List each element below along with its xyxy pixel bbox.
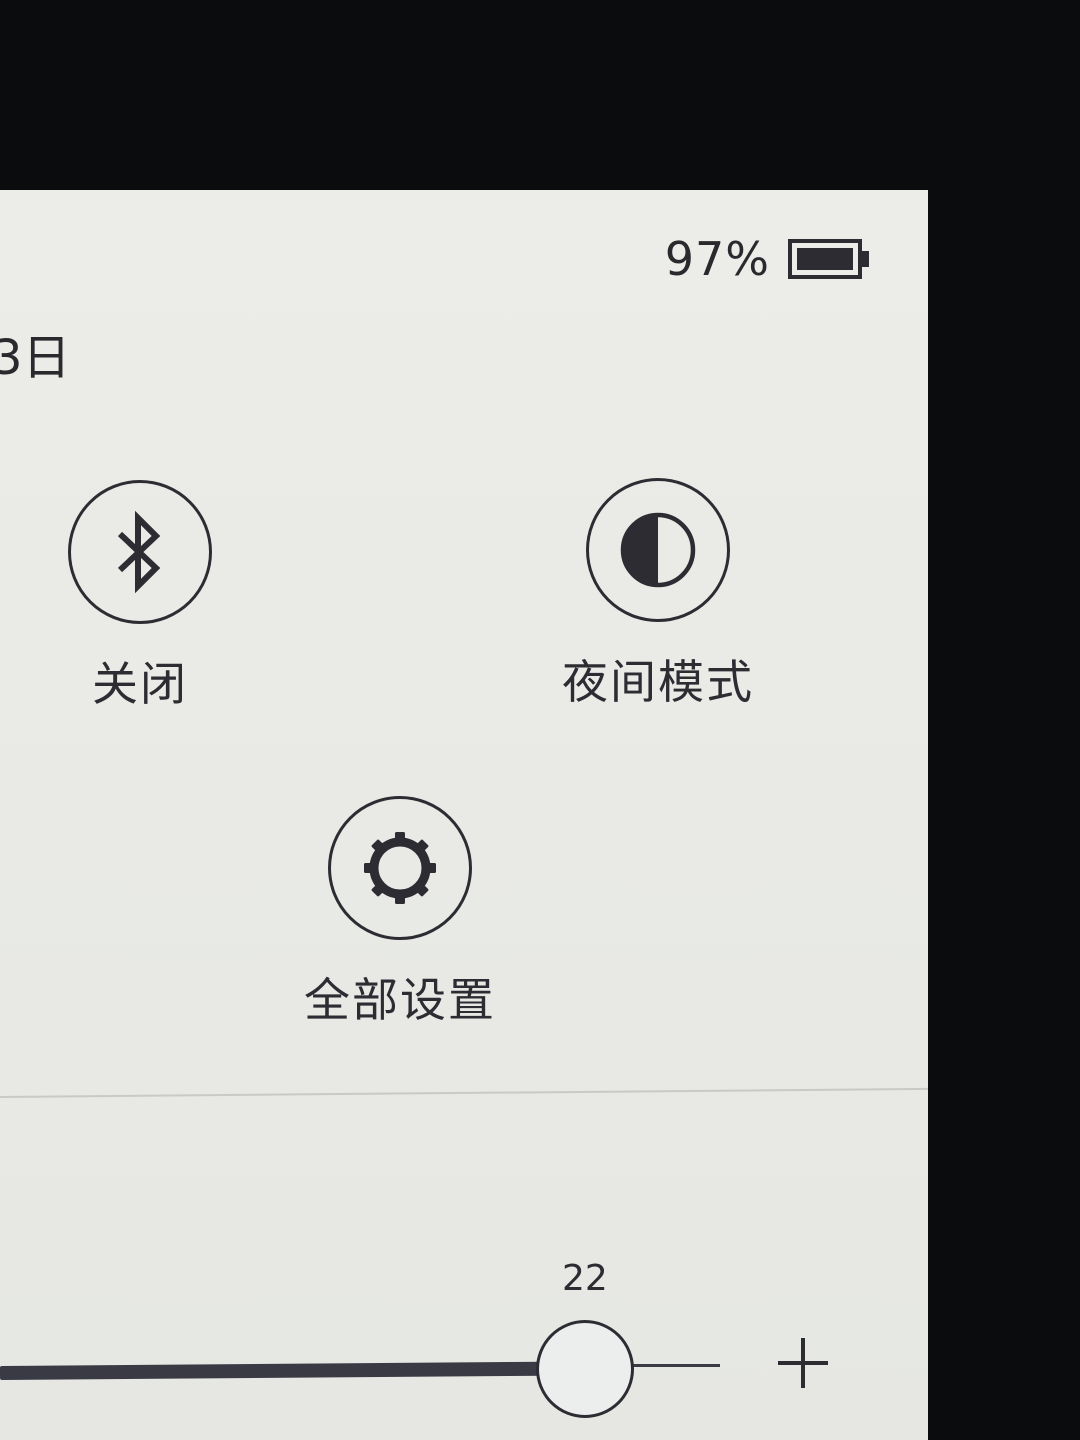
date-text: 3日 [0, 330, 71, 386]
bluetooth-icon [117, 510, 161, 594]
plus-icon[interactable] [772, 1332, 834, 1394]
quick-settings-panel: 97% 3日 关闭 夜间模式 全部设置 22 [0, 190, 928, 1440]
brightness-track-filled[interactable] [0, 1361, 549, 1380]
night-mode-toggle[interactable]: 夜间模式 [562, 478, 754, 712]
brightness-value: 22 [562, 1258, 608, 1299]
battery-percent: 97% [664, 232, 770, 286]
status-bar: 97% [665, 232, 872, 286]
section-divider [0, 1087, 928, 1098]
night-mode-button-circle[interactable] [586, 478, 730, 622]
all-settings-button-circle[interactable] [328, 796, 472, 940]
bluetooth-label: 关闭 [92, 657, 188, 711]
all-settings-button[interactable]: 全部设置 [304, 796, 496, 1030]
night-mode-label: 夜间模式 [562, 655, 754, 709]
contrast-icon [620, 512, 696, 588]
gear-icon [364, 832, 436, 904]
bluetooth-toggle[interactable]: 关闭 [68, 480, 212, 714]
bluetooth-button-circle[interactable] [68, 480, 212, 624]
brightness-track-empty[interactable] [628, 1364, 720, 1367]
brightness-slider-thumb[interactable] [536, 1320, 634, 1418]
all-settings-label: 全部设置 [304, 973, 496, 1027]
battery-full-icon [788, 239, 869, 279]
brightness-slider[interactable] [0, 1300, 928, 1420]
